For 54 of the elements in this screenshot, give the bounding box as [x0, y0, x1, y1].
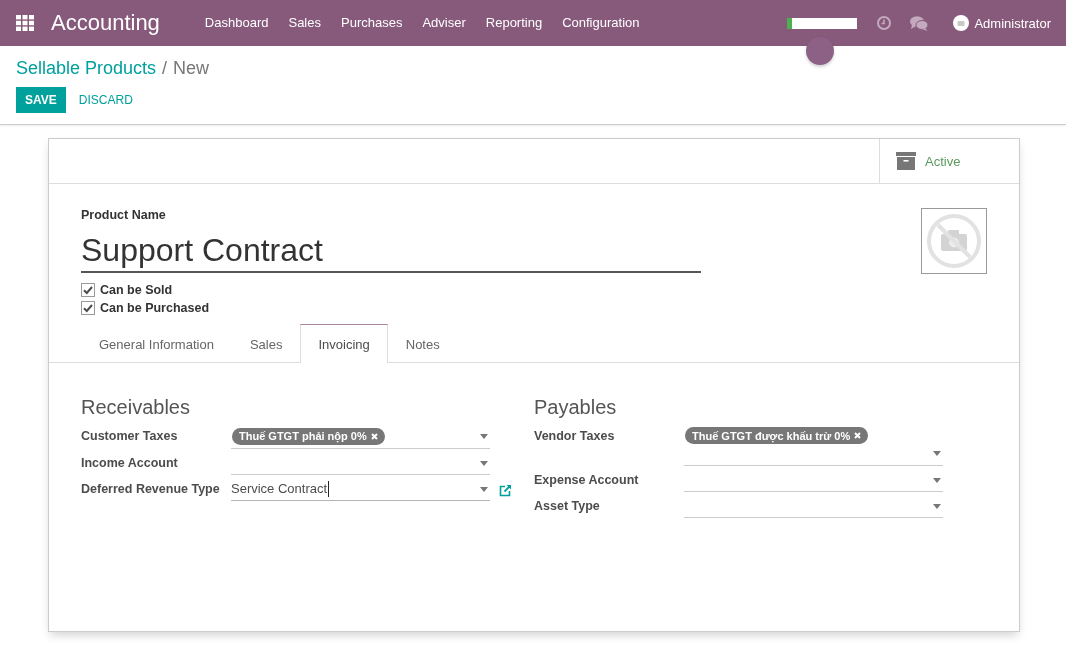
- menu-item[interactable]: Configuration: [552, 0, 650, 46]
- caret-icon[interactable]: [933, 478, 941, 483]
- field-label: Customer Taxes: [81, 428, 179, 445]
- avatar-icon: [953, 15, 970, 31]
- text-button[interactable]: DISCARD: [69, 87, 142, 113]
- caret-icon[interactable]: [480, 434, 488, 439]
- tag-label: Thuế GTGT được khấu trừ 0%: [692, 429, 851, 442]
- user-menu[interactable]: Administrator: [953, 15, 1051, 31]
- caret-icon[interactable]: [933, 504, 941, 509]
- breadcrumb-separator: /: [162, 57, 168, 80]
- section-title: Receivables: [81, 395, 191, 419]
- field-label: Deferred Revenue Type: [81, 481, 221, 498]
- breadcrumb-current: New: [173, 57, 210, 80]
- menu-item[interactable]: Purchases: [331, 0, 413, 46]
- caret-icon[interactable]: [480, 487, 488, 492]
- caret-icon[interactable]: [480, 461, 488, 466]
- checkbox-icon[interactable]: [81, 283, 95, 297]
- checkbox-label: Can be Purchased: [100, 301, 210, 315]
- text-cursor-icon: [328, 480, 330, 497]
- caret-icon[interactable]: [933, 451, 941, 456]
- checkbox-label: Can be Sold: [100, 283, 173, 297]
- tags-field[interactable]: Thuế GTGT phải nộp 0%: [231, 424, 490, 449]
- camera-slash-icon: [926, 213, 982, 269]
- product-name-field[interactable]: Support Contract: [81, 231, 701, 273]
- tags-field[interactable]: Thuế GTGT được khấu trừ 0%: [684, 424, 943, 466]
- breadcrumb-link[interactable]: Sellable Products: [16, 56, 157, 80]
- select-field[interactable]: Service Contract: [231, 477, 490, 501]
- tab[interactable]: Notes: [387, 324, 458, 363]
- app-title[interactable]: Accounting: [51, 10, 160, 36]
- field-label: Income Account: [81, 455, 179, 472]
- tab[interactable]: General Information: [81, 324, 232, 363]
- image-field[interactable]: [921, 208, 987, 274]
- menu-item[interactable]: Adviser: [412, 0, 476, 46]
- field-label: Asset Type: [534, 498, 601, 515]
- chat-icon[interactable]: [910, 15, 929, 31]
- field-label: Expense Account: [534, 472, 640, 489]
- remove-icon[interactable]: [854, 432, 862, 439]
- remove-icon[interactable]: [370, 432, 378, 440]
- tab[interactable]: Invoicing: [300, 324, 388, 363]
- archive-box-icon: [896, 152, 916, 170]
- menu-item[interactable]: Sales: [278, 0, 331, 46]
- external-link-icon[interactable]: [499, 483, 512, 497]
- field-label: Vendor Taxes: [534, 428, 616, 445]
- tab[interactable]: Sales: [231, 324, 301, 363]
- section-title: Payables: [534, 395, 618, 419]
- menu-item[interactable]: Dashboard: [194, 0, 279, 46]
- tag-label: Thuế GTGT phải nộp 0%: [239, 430, 367, 442]
- menu-item[interactable]: Reporting: [475, 0, 553, 46]
- field-label: Product Name: [81, 208, 167, 223]
- apps-menu-icon[interactable]: [16, 15, 34, 31]
- active-toggle-button[interactable]: Active: [879, 139, 1019, 183]
- checkbox-icon[interactable]: [81, 301, 95, 315]
- clock-icon[interactable]: [877, 16, 892, 30]
- primary-button[interactable]: SAVE: [16, 87, 66, 113]
